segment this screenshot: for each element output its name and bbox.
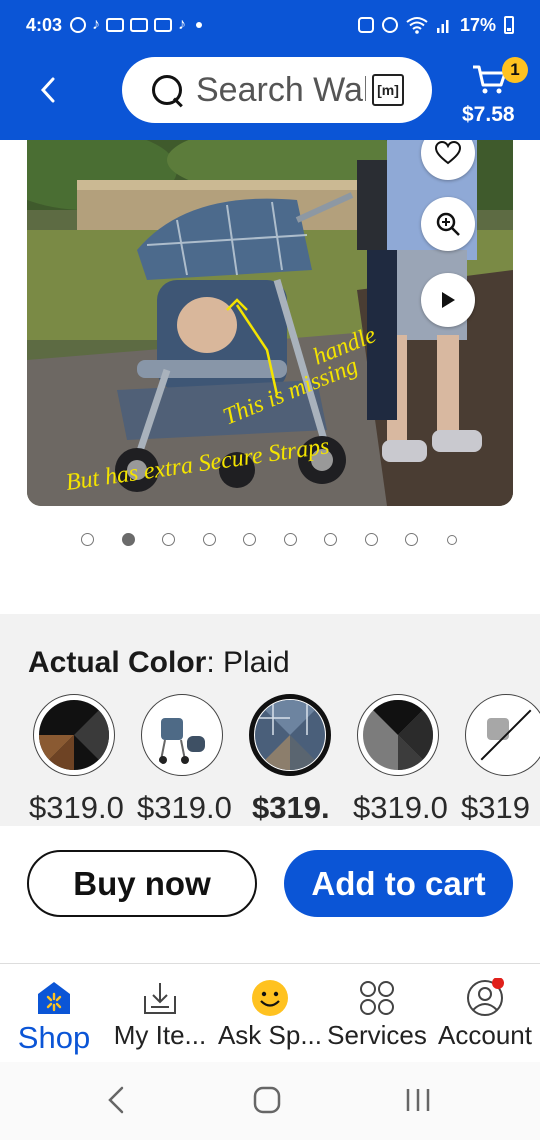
- buy-now-button[interactable]: Buy now: [27, 850, 257, 917]
- swatch-option[interactable]: [357, 694, 439, 776]
- carousel-dot[interactable]: [243, 533, 256, 546]
- carousel-dot[interactable]: [203, 533, 216, 546]
- carousel-dot-active[interactable]: [122, 533, 135, 546]
- tiktok-icon: ♪: [92, 16, 101, 33]
- swatch-price-selected: $319.: [252, 790, 330, 824]
- variant-section: Actual Color: Plaid $319.0 $319.0 $319. …: [0, 614, 540, 826]
- tab-ask-sparky[interactable]: Ask Sp...: [214, 964, 326, 1062]
- play-icon: [442, 292, 455, 308]
- whatsapp-icon: [70, 17, 87, 33]
- search-icon: [150, 73, 184, 107]
- tab-shop[interactable]: Shop: [8, 964, 100, 1062]
- swatch-image: [363, 700, 433, 770]
- wifi-icon: [406, 17, 428, 34]
- swatch-row: $319.0 $319.0 $319. $319.0 $319: [0, 694, 540, 824]
- status-bar: 4:03 ♪ ♪ 17%: [0, 0, 540, 50]
- tab-label: Shop: [17, 1020, 91, 1055]
- bottom-tab-bar: Shop My Ite... Ask Sp... Services Accoun…: [0, 963, 540, 1061]
- tab-label: Ask Sp...: [217, 1020, 323, 1050]
- alarm-icon: [381, 17, 398, 33]
- swatch-option[interactable]: [465, 694, 540, 776]
- back-button[interactable]: [30, 70, 66, 110]
- swatch-image: [255, 700, 325, 770]
- carousel-dot[interactable]: [405, 533, 418, 546]
- cart-count-badge: 1: [502, 57, 528, 83]
- battery-icon: [504, 16, 514, 34]
- system-nav-bar: [0, 1062, 540, 1140]
- status-right: 17%: [357, 14, 514, 36]
- variant-title: Actual Color: Plaid: [28, 646, 290, 680]
- top-bar: 4:03 ♪ ♪ 17% Search Wal [m] 1 $7.58: [0, 0, 540, 140]
- zoom-in-icon: [436, 212, 460, 236]
- my-items-icon: [140, 978, 180, 1018]
- tab-services[interactable]: Services: [323, 964, 431, 1062]
- system-back-button[interactable]: [96, 1080, 136, 1120]
- tab-my-items[interactable]: My Ite...: [104, 964, 216, 1062]
- swatch-image: [39, 700, 109, 770]
- product-image[interactable]: handle This is missing But has extra Sec…: [27, 140, 513, 506]
- tiktok-icon: ♪: [178, 16, 187, 33]
- youtube-icon: [130, 18, 149, 32]
- search-bar[interactable]: Search Walmart [m]: [122, 57, 432, 123]
- play-video-button[interactable]: [421, 273, 475, 327]
- status-time: 4:03: [26, 14, 63, 35]
- app-screen: 4:03 ♪ ♪ 17% Search Wal [m] 1 $7.58 hand…: [0, 0, 540, 1140]
- add-to-cart-button[interactable]: Add to cart: [284, 850, 513, 917]
- carousel-dot[interactable]: [81, 533, 94, 546]
- swatch-option[interactable]: [141, 694, 223, 776]
- chevron-left-icon: [108, 1086, 124, 1114]
- battery-percent: 17%: [459, 14, 496, 35]
- carousel-dot[interactable]: [162, 533, 175, 546]
- swatch-price: $319.0: [137, 790, 232, 824]
- swatch-image: [147, 700, 217, 770]
- zoom-button[interactable]: [421, 197, 475, 251]
- home-icon: [253, 1086, 281, 1114]
- services-icon: [357, 978, 397, 1018]
- variant-separator: :: [206, 646, 224, 679]
- swatch-price: $319.0: [29, 790, 124, 824]
- tab-label: Services: [327, 1020, 427, 1050]
- chevron-left-icon: [40, 77, 55, 103]
- shop-icon: [34, 978, 74, 1018]
- carousel-dot[interactable]: [284, 533, 297, 546]
- variant-label: Actual Color: [28, 646, 207, 679]
- swatch-image: [471, 700, 540, 770]
- youtube-icon: [154, 18, 173, 32]
- carousel-dot[interactable]: [324, 533, 337, 546]
- signal-icon: [436, 20, 449, 33]
- more-notifications-dot: [196, 22, 203, 28]
- ask-sparky-icon: [250, 978, 290, 1018]
- lock-icon: [357, 17, 374, 33]
- search-placeholder: Search Walmart: [196, 70, 366, 109]
- system-recents-button[interactable]: [398, 1080, 438, 1120]
- account-icon: [465, 978, 505, 1018]
- notification-icons: ♪ ♪: [70, 16, 186, 34]
- cart-button[interactable]: 1 $7.58: [462, 56, 528, 132]
- carousel-dot[interactable]: [447, 535, 457, 545]
- system-home-button[interactable]: [247, 1080, 287, 1120]
- cart-total: $7.58: [462, 103, 515, 126]
- carousel-indicator[interactable]: [0, 530, 540, 550]
- swatch-option-selected[interactable]: [249, 694, 331, 776]
- tab-label: My Ite...: [113, 1020, 207, 1050]
- barcode-scan-icon[interactable]: [m]: [372, 74, 404, 106]
- swatch-price: $319: [461, 790, 530, 824]
- variant-value: Plaid: [223, 646, 290, 679]
- tab-label: Account: [438, 1020, 532, 1050]
- heart-icon: [435, 141, 461, 165]
- youtube-icon: [106, 18, 125, 32]
- recents-icon: [406, 1089, 430, 1111]
- carousel-dot[interactable]: [365, 533, 378, 546]
- swatch-option[interactable]: [33, 694, 115, 776]
- tab-account[interactable]: Account: [432, 964, 538, 1062]
- swatch-price: $319.0: [353, 790, 448, 824]
